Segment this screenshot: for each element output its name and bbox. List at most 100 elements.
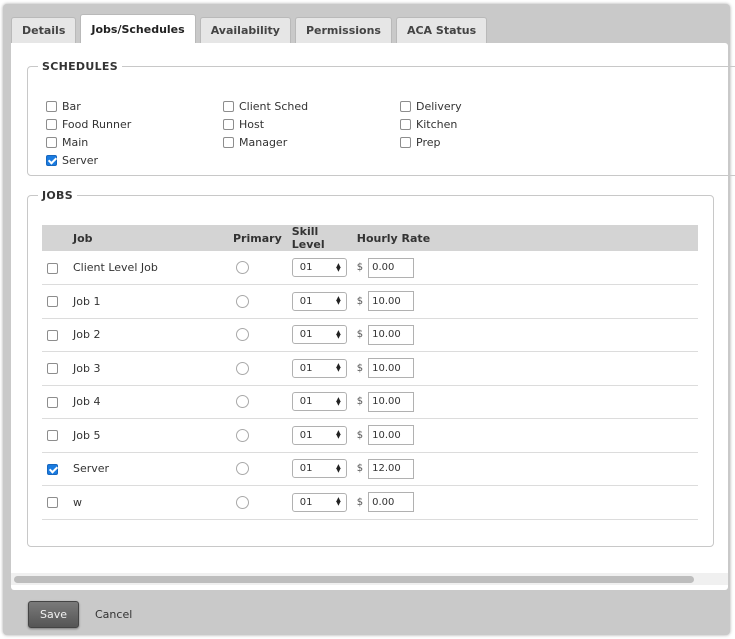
schedule-option[interactable]: Kitchen (400, 117, 577, 131)
skill-level-select[interactable]: 01 ▲ ▼ (291, 358, 347, 378)
job-row: Job 1 01 ▲ ▼ $10.00 (42, 284, 698, 319)
skill-level-select[interactable]: 01 ▲ ▼ (291, 492, 347, 512)
job-checkbox[interactable] (47, 497, 58, 509)
schedule-option[interactable]: Prep (400, 135, 577, 149)
schedule-checkbox[interactable] (46, 118, 57, 130)
skill-level-select[interactable]: 01 ▲ ▼ (291, 291, 347, 311)
tab-availability[interactable]: Availability (199, 17, 291, 43)
primary-cell (228, 418, 287, 453)
tab-aca-status[interactable]: ACA Status (395, 17, 488, 43)
job-name: Job 4 (68, 385, 228, 419)
job-checkbox[interactable] (47, 463, 58, 475)
primary-radio[interactable] (236, 462, 249, 476)
skill-level-select[interactable]: 01 ▲ ▼ (291, 425, 347, 445)
skill-cell: 01 ▲ ▼ (286, 251, 352, 285)
job-select-cell (42, 385, 68, 419)
hourly-rate-input[interactable]: 0.00 (368, 492, 415, 513)
job-name: Job 5 (68, 418, 228, 453)
tab-jobs-schedules[interactable]: Jobs/Schedules (80, 14, 196, 44)
primary-radio[interactable] (236, 361, 249, 375)
schedule-checkbox[interactable] (223, 136, 234, 148)
currency-symbol: $ (356, 262, 364, 273)
schedule-option[interactable]: Food Runner (46, 117, 223, 131)
cancel-button[interactable]: Cancel (95, 608, 132, 621)
skill-level-select[interactable]: 01 ▲ ▼ (291, 392, 347, 412)
job-row: Job 5 01 ▲ ▼ $10.00 (42, 418, 698, 453)
job-select-cell (42, 318, 68, 352)
job-name: Job 1 (68, 284, 228, 319)
schedule-checkbox[interactable] (46, 100, 57, 112)
skill-level-value: 01 (299, 362, 313, 374)
save-button[interactable]: Save (28, 600, 79, 628)
schedule-option[interactable]: Manager (223, 135, 400, 149)
hourly-rate-input[interactable]: 10.00 (368, 324, 415, 345)
primary-radio[interactable] (236, 328, 249, 342)
jobs-title: JOBS (42, 189, 73, 202)
hourly-rate-input[interactable]: 10.00 (368, 358, 415, 379)
job-checkbox[interactable] (47, 296, 58, 308)
skill-cell: 01 ▲ ▼ (286, 318, 352, 352)
schedules-grid: Bar Client Sched Delivery Food Runner Host Ki… (46, 99, 577, 167)
schedule-checkbox[interactable] (46, 136, 57, 148)
currency-symbol: $ (356, 396, 364, 408)
primary-cell (228, 284, 287, 319)
currency-symbol: $ (356, 463, 364, 475)
skill-level-select[interactable]: 01 ▲ ▼ (291, 459, 347, 479)
primary-radio[interactable] (236, 294, 249, 308)
primary-radio[interactable] (236, 428, 249, 442)
job-checkbox[interactable] (47, 329, 58, 341)
select-arrows-icon: ▲ ▼ (336, 429, 341, 441)
hourly-rate-input[interactable]: 10.00 (368, 425, 415, 446)
skill-level-select[interactable]: 01 ▲ ▼ (291, 258, 347, 277)
hourly-rate-input[interactable]: 10.00 (368, 391, 415, 412)
job-checkbox[interactable] (47, 430, 58, 442)
skill-level-value: 01 (299, 463, 313, 475)
hourly-rate-input[interactable]: 10.00 (368, 291, 415, 312)
schedule-label: Food Runner (62, 117, 132, 131)
schedule-checkbox[interactable] (46, 154, 57, 166)
schedule-checkbox[interactable] (400, 136, 411, 148)
skill-cell: 01 ▲ ▼ (286, 418, 352, 453)
select-arrows-icon: ▲ ▼ (336, 328, 341, 340)
scrollbar-thumb[interactable] (14, 576, 694, 583)
primary-cell (228, 485, 287, 520)
hourly-rate-input[interactable]: 0.00 (368, 257, 415, 278)
currency-symbol: $ (356, 429, 364, 441)
job-name: Job 2 (68, 318, 228, 352)
skill-level-select[interactable]: 01 ▲ ▼ (291, 325, 347, 345)
schedule-checkbox[interactable] (223, 118, 234, 130)
schedule-option[interactable]: Main (46, 135, 223, 149)
schedule-option[interactable]: Client Sched (223, 99, 400, 113)
select-arrows-icon: ▲ ▼ (336, 362, 341, 374)
primary-radio[interactable] (236, 495, 249, 509)
schedule-checkbox[interactable] (223, 100, 234, 112)
job-row: w 01 ▲ ▼ $0.00 (42, 485, 698, 520)
currency-symbol: $ (356, 295, 364, 307)
schedule-option[interactable]: Bar (46, 99, 223, 113)
job-checkbox[interactable] (47, 262, 58, 274)
job-checkbox[interactable] (47, 396, 58, 408)
primary-cell (228, 452, 287, 486)
schedule-checkbox[interactable] (400, 118, 411, 130)
schedule-label: Delivery (416, 99, 462, 113)
primary-radio[interactable] (236, 261, 249, 274)
schedules-section: SCHEDULES Bar Client Sched Delivery Food Ru… (27, 60, 735, 176)
horizontal-scrollbar[interactable] (11, 573, 728, 585)
job-checkbox[interactable] (47, 363, 58, 375)
job-name: Client Level Job (68, 251, 228, 285)
rate-cell: $10.00 (351, 418, 698, 453)
currency-symbol: $ (356, 362, 364, 374)
primary-radio[interactable] (236, 395, 249, 409)
schedule-option[interactable]: Server (46, 153, 223, 167)
skill-level-value: 01 (299, 262, 313, 273)
primary-cell (228, 385, 287, 419)
jobs-header-row: Job Primary Skill Level Hourly Rate (42, 225, 698, 251)
schedule-option[interactable]: Delivery (400, 99, 577, 113)
schedule-option[interactable]: Host (223, 117, 400, 131)
schedule-checkbox[interactable] (400, 100, 411, 112)
select-arrows-icon: ▲ ▼ (336, 462, 341, 474)
tab-permissions[interactable]: Permissions (294, 17, 392, 43)
primary-cell (228, 251, 287, 285)
tab-details[interactable]: Details (11, 17, 77, 43)
hourly-rate-input[interactable]: 12.00 (368, 458, 415, 479)
